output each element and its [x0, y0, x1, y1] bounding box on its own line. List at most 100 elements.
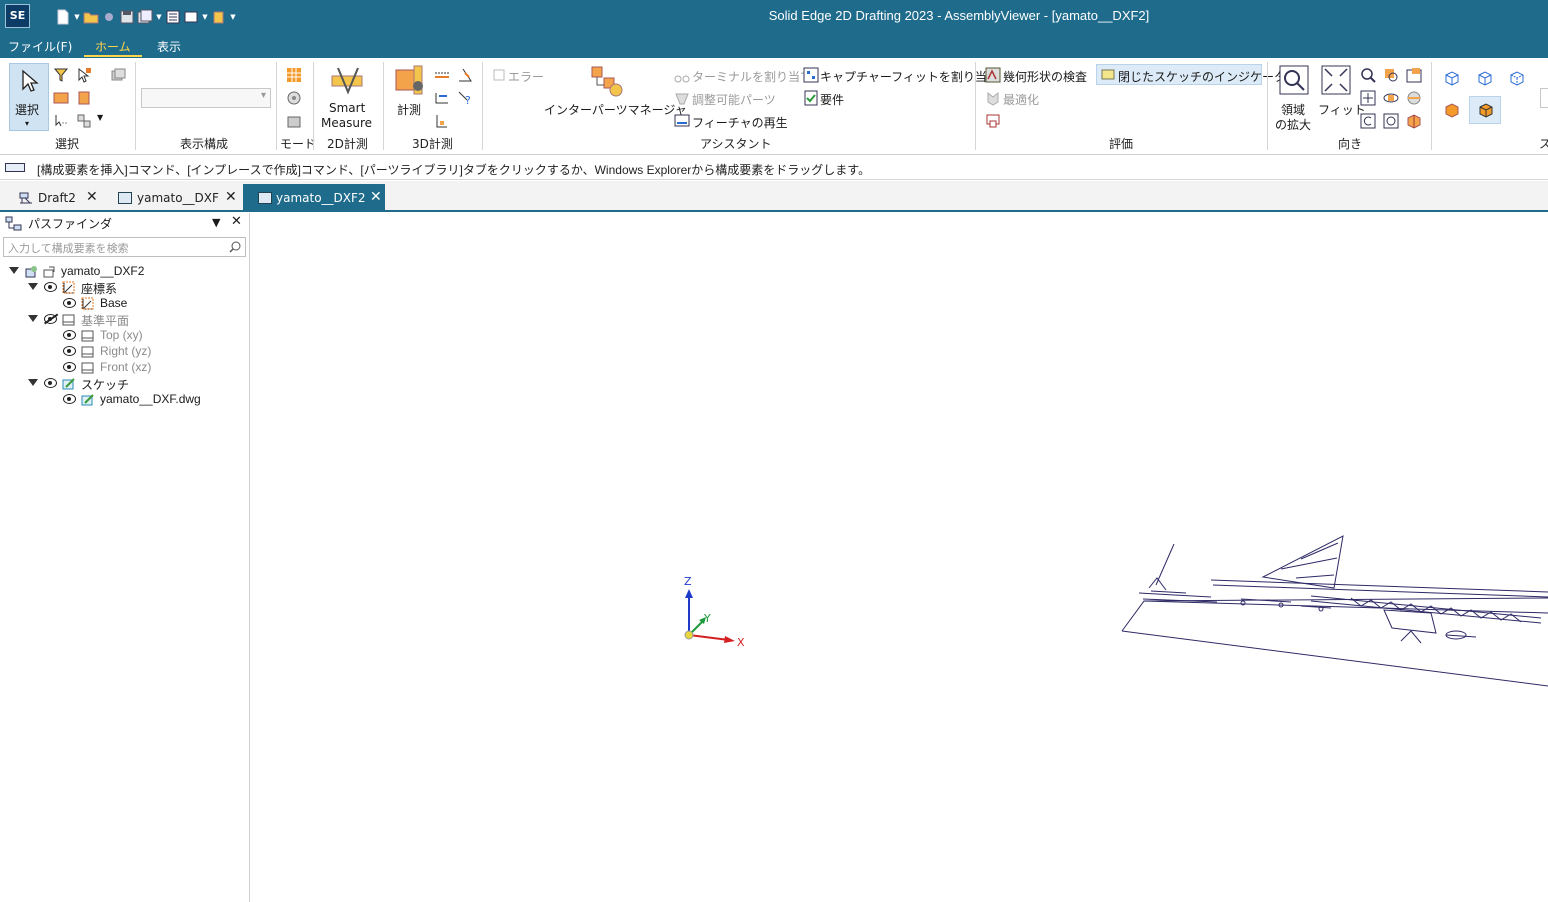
adjustable-parts-icon[interactable]: [674, 90, 690, 106]
pathfinder-menu-icon[interactable]: ▼: [212, 216, 220, 229]
capture-fit-icon[interactable]: [803, 67, 819, 83]
inspect-icon[interactable]: [434, 113, 450, 129]
optimize-button[interactable]: 最適化: [1003, 91, 1039, 108]
interparts-manager-button[interactable]: インターパーツマネージャ: [544, 101, 687, 118]
parts-mode-icon[interactable]: [286, 113, 302, 129]
zoom-part-icon[interactable]: [1383, 67, 1399, 83]
close-icon[interactable]: ✕: [231, 214, 242, 229]
doc-tab-yamato-dxf[interactable]: yamato__DXF ✕: [104, 184, 241, 212]
measure-label[interactable]: 計測: [397, 101, 421, 118]
visibility-icon[interactable]: [44, 378, 57, 388]
coordinate-system-icon: [81, 297, 94, 310]
close-icon[interactable]: ✕: [86, 189, 98, 205]
close-icon[interactable]: ✕: [370, 189, 382, 205]
closed-sketch-button[interactable]: 閉じたスケッチのインジケータ: [1096, 64, 1286, 85]
error-button[interactable]: エラー: [508, 68, 544, 85]
select-button[interactable]: 選択 ▾: [9, 63, 49, 131]
visibility-icon[interactable]: [44, 282, 57, 292]
menu-view[interactable]: 表示: [157, 38, 181, 55]
gear-mode-icon[interactable]: [286, 90, 302, 106]
tree-item-front-plane[interactable]: Front (xz): [0, 360, 249, 376]
interference-icon[interactable]: [985, 113, 1001, 129]
capture-fit-button[interactable]: キャプチャーフィットを割り当て: [820, 68, 999, 85]
interparts-manager-icon[interactable]: [590, 64, 624, 98]
assign-terminal-button[interactable]: ターミナルを割り当て: [692, 68, 812, 85]
view-box-icon[interactable]: [1406, 67, 1422, 83]
feature-playback-icon[interactable]: [674, 113, 690, 129]
zoom-area-label-2[interactable]: の拡大: [1275, 116, 1311, 133]
rotate-icon[interactable]: [1383, 90, 1399, 106]
keyboard-icon[interactable]: [5, 163, 25, 172]
expand-toggle-icon[interactable]: [9, 267, 19, 274]
angle-icon[interactable]: [457, 67, 473, 83]
group-select-icon[interactable]: [110, 67, 126, 83]
requirements-icon[interactable]: [803, 90, 819, 106]
grid-mode-icon[interactable]: [286, 67, 302, 83]
style-combo[interactable]: [1540, 88, 1548, 108]
expand-toggle-icon[interactable]: [28, 379, 38, 386]
requirements-button[interactable]: 要件: [820, 91, 844, 108]
terminal-icon[interactable]: [674, 67, 690, 83]
tree-item-sketch-file[interactable]: yamato__DXF.dwg: [0, 392, 249, 408]
select-options-dropdown-icon[interactable]: ▼: [97, 113, 103, 122]
tree-item-top-plane[interactable]: Top (xy): [0, 328, 249, 344]
lasso-icon[interactable]: [53, 113, 69, 129]
query-icon[interactable]: ?: [457, 90, 473, 106]
feature-playback-button[interactable]: フィーチャの再生: [692, 114, 788, 131]
pan-icon[interactable]: [1360, 90, 1376, 106]
tree-item-right-plane[interactable]: Right (yz): [0, 344, 249, 360]
tree-item-sketches[interactable]: スケッチ: [0, 376, 249, 392]
search-icon[interactable]: [229, 241, 241, 253]
adjustable-parts-button[interactable]: 調整可能パーツ: [692, 91, 776, 108]
spin-icon[interactable]: [1406, 90, 1422, 106]
error-icon[interactable]: [491, 67, 507, 83]
previous-view-icon[interactable]: [1360, 113, 1376, 129]
distance-icon[interactable]: [434, 67, 450, 83]
fit-button[interactable]: フィット: [1318, 101, 1366, 118]
doc-tab-draft2[interactable]: Draft2 ✕: [4, 184, 101, 212]
select-options-icon[interactable]: [76, 113, 92, 129]
smart-measure-icon[interactable]: [330, 64, 364, 96]
refresh-icon[interactable]: [1383, 113, 1399, 129]
smart-measure-label-1[interactable]: Smart: [329, 101, 365, 115]
min-distance-icon[interactable]: [434, 90, 450, 106]
display-config-combo[interactable]: [141, 88, 271, 108]
hidden-edges-icon[interactable]: [1509, 70, 1525, 86]
expand-toggle-icon[interactable]: [28, 315, 38, 322]
menu-file[interactable]: ファイル(F): [8, 38, 72, 55]
expand-toggle-icon[interactable]: [28, 283, 38, 290]
tree-item-base[interactable]: Base: [0, 296, 249, 312]
geometry-check-icon[interactable]: [985, 67, 1001, 83]
zoom-area-icon[interactable]: [1278, 64, 1310, 96]
hidden-visibility-icon[interactable]: [44, 314, 57, 324]
visibility-icon[interactable]: [63, 362, 76, 372]
zoom-icon[interactable]: [1360, 67, 1376, 83]
visible-edges-icon[interactable]: [1477, 70, 1493, 86]
tree-item-coord-systems[interactable]: 座標系: [0, 280, 249, 296]
graphics-window[interactable]: Z Y X: [251, 213, 1548, 902]
geometry-check-button[interactable]: 幾何形状の検査: [1003, 68, 1087, 85]
fit-icon[interactable]: [1320, 64, 1352, 96]
visibility-icon[interactable]: [63, 330, 76, 340]
optimize-icon[interactable]: [985, 90, 1001, 106]
select-part-icon[interactable]: [76, 67, 92, 83]
visibility-icon[interactable]: [63, 394, 76, 404]
menu-home[interactable]: ホーム: [95, 38, 131, 55]
visibility-icon[interactable]: [63, 346, 76, 356]
doc-tab-yamato-dxf2[interactable]: yamato__DXF2 ✕: [243, 184, 385, 212]
close-icon[interactable]: ✕: [225, 189, 237, 205]
ship-wireframe[interactable]: [1121, 535, 1548, 687]
measure-3d-icon[interactable]: [394, 64, 426, 96]
filter-icon[interactable]: [53, 67, 69, 83]
shaded-icon[interactable]: [1444, 102, 1460, 118]
wireframe-icon[interactable]: [1444, 70, 1460, 86]
shaded-edges-button[interactable]: [1469, 96, 1501, 124]
visibility-icon[interactable]: [63, 298, 76, 308]
component-search-input[interactable]: 入力して構成要素を検索: [3, 237, 246, 257]
sectional-view-icon[interactable]: [1406, 113, 1422, 129]
tree-item-ref-planes[interactable]: 基準平面: [0, 312, 249, 328]
component-select-icon[interactable]: [76, 90, 92, 106]
box-select-icon[interactable]: [53, 90, 69, 106]
tree-item-root[interactable]: yamato__DXF2: [0, 264, 249, 280]
smart-measure-label-2[interactable]: Measure: [321, 116, 372, 130]
